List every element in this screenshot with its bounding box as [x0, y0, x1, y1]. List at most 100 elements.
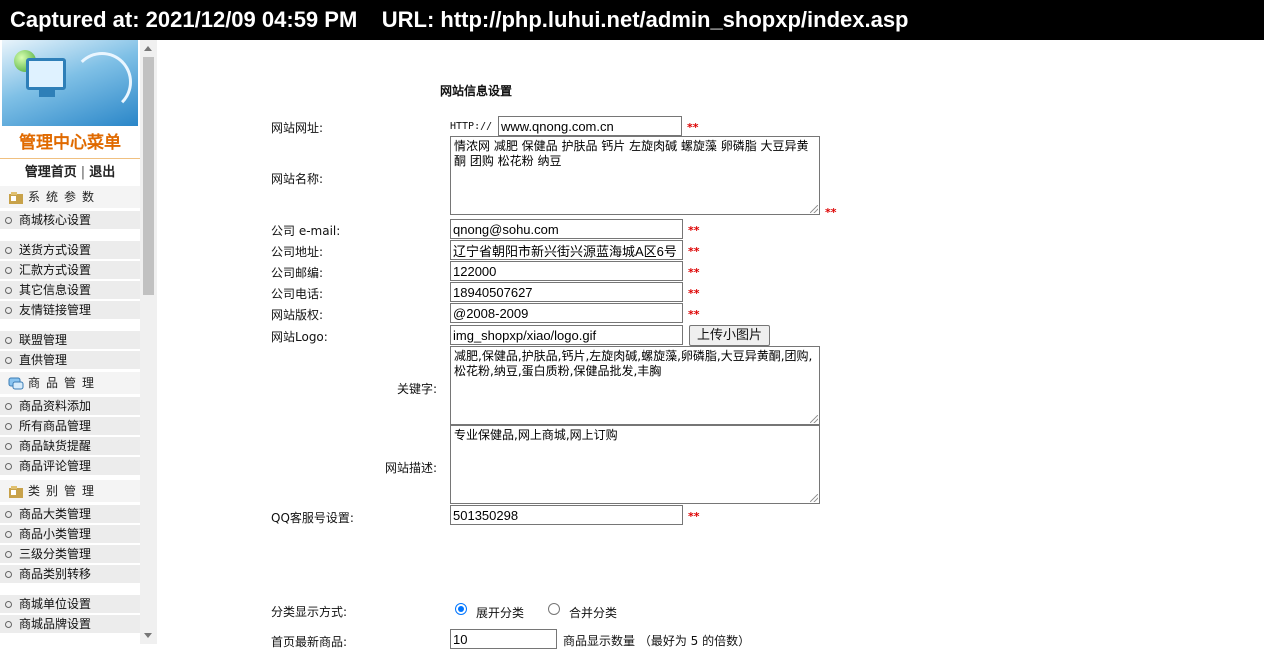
menu-item[interactable]: 联盟管理: [0, 331, 140, 349]
bullet-icon: [5, 423, 12, 430]
required-mark: **: [688, 266, 700, 279]
menu-item-label: 商城单位设置: [19, 597, 92, 611]
menu-item[interactable]: 其它信息设置: [0, 281, 140, 299]
admin-home-link[interactable]: 管理首页: [25, 165, 77, 180]
menu-item-label: 其它信息设置: [19, 283, 92, 297]
admin-sidebar: 管理中心菜单 管理首页 | 退出 系统参数 商城核心设置 送货方式设置 汇款方式设置…: [0, 40, 140, 644]
email-input[interactable]: [450, 219, 683, 239]
menu-item[interactable]: 直供管理: [0, 351, 140, 369]
capture-timestamp: Captured at: 2021/12/09 04:59 PM: [10, 7, 358, 32]
bullet-icon: [5, 531, 12, 538]
bullet-icon: [5, 511, 12, 518]
qq-label: QQ客服号设置:: [271, 511, 354, 525]
keywords-label: 关键字:: [397, 382, 438, 396]
menu-item-label: 商品缺货提醒: [19, 439, 92, 453]
description-textarea[interactable]: 专业保健品,网上商城,网上订购: [450, 425, 820, 504]
sidebar-scrollbar[interactable]: [140, 40, 157, 644]
menu-item[interactable]: 商城品牌设置: [0, 615, 140, 633]
radio-expand-category[interactable]: [455, 603, 467, 615]
radio-expand-label: 展开分类: [476, 606, 525, 620]
keywords-text: 减肥,保健品,护肤品,钙片,左旋肉碱,螺旋藻,卵磷脂,大豆异黄酮,团购,松花粉,…: [454, 349, 813, 378]
postcode-label: 公司邮编:: [271, 266, 324, 280]
menu-item[interactable]: 友情链接管理: [0, 301, 140, 319]
required-mark: **: [688, 510, 700, 523]
scroll-down-arrow-icon[interactable]: [144, 633, 152, 638]
menu-item[interactable]: 商品缺货提醒: [0, 437, 140, 455]
folder-icon: [9, 191, 23, 204]
required-mark: **: [688, 224, 700, 237]
bullet-icon: [5, 403, 12, 410]
bullet-icon: [5, 463, 12, 470]
menu-item[interactable]: 所有商品管理: [0, 417, 140, 435]
bullet-icon: [5, 307, 12, 314]
menu-item[interactable]: 商城核心设置: [0, 211, 140, 229]
menu-item-label: 商品资料添加: [19, 399, 92, 413]
bullet-icon: [5, 571, 12, 578]
radio-merge-category[interactable]: [548, 603, 560, 615]
section-header-system[interactable]: 系统参数: [0, 186, 140, 208]
new-products-count-input[interactable]: [450, 629, 557, 649]
link-separator: |: [80, 165, 86, 180]
phone-input[interactable]: [450, 282, 683, 302]
qq-input[interactable]: [450, 505, 683, 525]
bullet-icon: [5, 601, 12, 608]
logout-link[interactable]: 退出: [89, 165, 115, 180]
menu-item-label: 商品类别转移: [19, 567, 92, 581]
site-name-text: 情浓网 减肥 保健品 护肤品 钙片 左旋肉碱 螺旋藻 卵磷脂 大豆异黄酮 团购 …: [454, 139, 809, 168]
menu-item[interactable]: 商品大类管理: [0, 505, 140, 523]
menu-item[interactable]: 送货方式设置: [0, 241, 140, 259]
menu-item-label: 所有商品管理: [19, 419, 92, 433]
radio-merge-label: 合并分类: [569, 606, 618, 620]
resize-grip-icon[interactable]: [810, 415, 818, 423]
menu-item[interactable]: 商城单位设置: [0, 595, 140, 613]
bullet-icon: [5, 267, 12, 274]
arrow-arc-decoration: [72, 52, 132, 112]
section-header-products[interactable]: 商品管理: [0, 372, 140, 394]
email-label: 公司 e-mail:: [271, 224, 341, 238]
site-name-textarea[interactable]: 情浓网 减肥 保健品 护肤品 钙片 左旋肉碱 螺旋藻 卵磷脂 大豆异黄酮 团购 …: [450, 136, 820, 215]
menu-item-label: 三级分类管理: [19, 547, 92, 561]
menu-item-label: 送货方式设置: [19, 243, 92, 257]
chat-bubble-icon: [8, 377, 24, 389]
copyright-label: 网站版权:: [271, 308, 324, 322]
menu-item-label: 商品评论管理: [19, 459, 92, 473]
section-title: 类别管理: [28, 484, 101, 498]
menu-item[interactable]: 商品小类管理: [0, 525, 140, 543]
logo-path-input[interactable]: [450, 325, 683, 345]
keywords-textarea[interactable]: 减肥,保健品,护肤品,钙片,左旋肉碱,螺旋藻,卵磷脂,大豆异黄酮,团购,松花粉,…: [450, 346, 820, 425]
new-products-label: 首页最新商品:: [271, 635, 348, 649]
capture-header: Captured at: 2021/12/09 04:59 PM URL: ht…: [0, 0, 1264, 40]
menu-item[interactable]: 汇款方式设置: [0, 261, 140, 279]
menu-item[interactable]: 三级分类管理: [0, 545, 140, 563]
resize-grip-icon[interactable]: [810, 205, 818, 213]
description-label: 网站描述:: [385, 461, 438, 475]
description-text: 专业保健品,网上商城,网上订购: [454, 428, 618, 442]
required-mark: **: [688, 287, 700, 300]
upload-image-button[interactable]: 上传小图片: [689, 325, 771, 346]
menu-item[interactable]: 商品评论管理: [0, 457, 140, 475]
scrollbar-thumb[interactable]: [143, 57, 154, 295]
menu-item[interactable]: 商品资料添加: [0, 397, 140, 415]
menu-item-label: 友情链接管理: [19, 303, 92, 317]
http-prefix: HTTP://: [450, 121, 493, 132]
bullet-icon: [5, 287, 12, 294]
bullet-icon: [5, 551, 12, 558]
resize-grip-icon[interactable]: [810, 494, 818, 502]
address-input[interactable]: [450, 240, 683, 260]
section-title: 系统参数: [28, 190, 101, 204]
postcode-input[interactable]: [450, 261, 683, 281]
bullet-icon: [5, 621, 12, 628]
scroll-up-arrow-icon[interactable]: [144, 46, 152, 51]
site-name-label: 网站名称:: [271, 172, 324, 186]
admin-logo-image: [2, 40, 138, 126]
copyright-input[interactable]: [450, 303, 683, 323]
site-url-input[interactable]: [498, 116, 682, 136]
menu-item-label: 直供管理: [19, 353, 68, 367]
menu-item-label: 汇款方式设置: [19, 263, 92, 277]
phone-label: 公司电话:: [271, 287, 324, 301]
menu-item-label: 商品小类管理: [19, 527, 92, 541]
menu-title: 管理中心菜单: [0, 128, 140, 159]
bullet-icon: [5, 357, 12, 364]
menu-item[interactable]: 商品类别转移: [0, 565, 140, 583]
section-header-categories[interactable]: 类别管理: [0, 480, 140, 502]
